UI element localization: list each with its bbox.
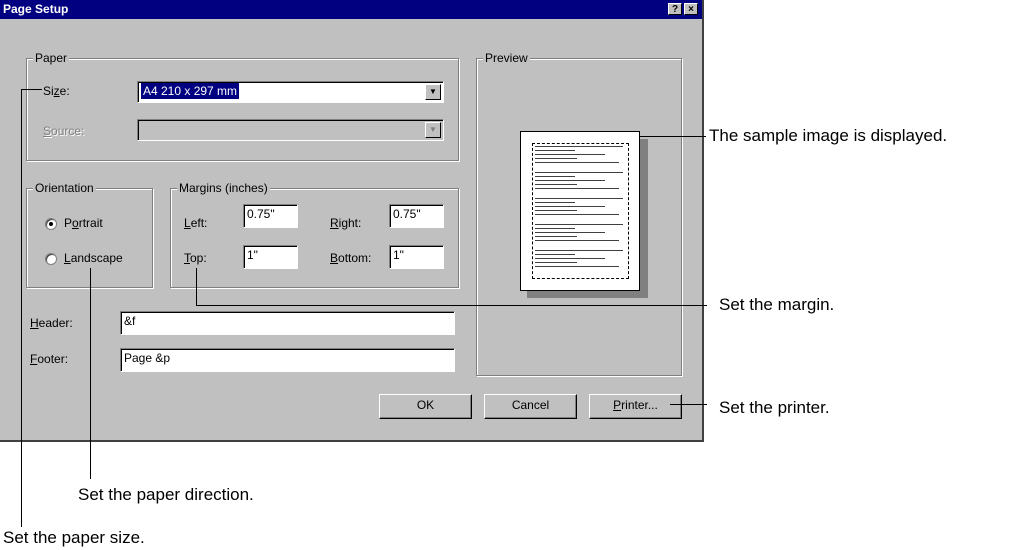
footer-label: Footer: [30, 352, 69, 366]
chevron-down-icon: ▼ [425, 122, 441, 138]
landscape-radio[interactable] [45, 253, 57, 265]
dialog-title: Page Setup [3, 2, 69, 16]
radio-selected-dot [49, 222, 53, 226]
preview-text-line [535, 198, 623, 199]
preview-text-line [535, 146, 623, 147]
preview-text-line [535, 162, 619, 163]
right-margin-input[interactable]: 0.75" [389, 204, 444, 228]
callout-paper-size: Set the paper size. [3, 528, 145, 547]
printer-button[interactable]: Printer... [589, 394, 682, 419]
preview-text-line [535, 228, 575, 229]
callout-line-margin-v [196, 268, 197, 306]
preview-text-line [535, 258, 605, 259]
preview-text-line [535, 150, 575, 151]
paper-group: Paper [26, 51, 459, 161]
preview-text-line [535, 232, 605, 233]
portrait-radio[interactable] [45, 218, 57, 230]
preview-text-line [535, 254, 575, 255]
preview-text-line [535, 250, 623, 251]
preview-text-line [535, 224, 623, 225]
callout-printer: Set the printer. [719, 398, 830, 417]
preview-text-line [535, 180, 605, 181]
bottom-margin-label: Bottom: [330, 251, 372, 265]
margins-legend: Margins (inches) [177, 181, 270, 195]
preview-page [520, 131, 640, 291]
preview-text-line [535, 266, 619, 267]
title-bar: Page Setup ? × [0, 0, 702, 19]
size-label: Size: [43, 84, 70, 98]
callout-line-sample [640, 136, 706, 137]
orientation-legend: Orientation [33, 181, 96, 195]
preview-text-line [535, 202, 575, 203]
preview-text-line [535, 184, 577, 185]
top-margin-label: Top: [184, 251, 207, 265]
header-label: Header: [30, 316, 73, 330]
preview-text-line [535, 262, 577, 263]
preview-text-line [535, 188, 619, 189]
callout-line-size-stub [21, 89, 31, 90]
preview-text-lines [535, 146, 627, 276]
callout-paper-direction: Set the paper direction. [78, 485, 254, 504]
preview-text-line [535, 176, 575, 177]
close-icon[interactable]: × [684, 3, 698, 15]
source-label: Source: [43, 124, 85, 138]
source-dropdown [137, 119, 444, 141]
callout-line-margin-h [196, 305, 707, 306]
preview-text-line [535, 236, 577, 237]
preview-legend: Preview [483, 51, 530, 65]
size-dropdown[interactable]: A4 210 x 297 mm [137, 81, 444, 103]
header-input[interactable]: &f [120, 311, 455, 335]
top-margin-input[interactable]: 1" [243, 245, 298, 269]
bottom-margin-input[interactable]: 1" [389, 245, 444, 269]
cancel-button[interactable]: Cancel [484, 394, 577, 419]
callout-line-size-v [21, 89, 22, 527]
preview-text-line [535, 206, 605, 207]
margins-group: Margins (inches) [170, 181, 459, 288]
preview-text-line [535, 210, 577, 211]
help-icon[interactable]: ? [668, 3, 682, 15]
right-margin-label: Right: [330, 216, 362, 230]
callout-line-size-h [30, 89, 42, 90]
callout-sample-image: The sample image is displayed. [709, 126, 948, 145]
preview-text-line [535, 158, 577, 159]
left-margin-input[interactable]: 0.75" [243, 204, 298, 228]
preview-text-line [535, 154, 605, 155]
size-value: A4 210 x 297 mm [141, 83, 240, 99]
paper-legend: Paper [33, 51, 70, 65]
preview-text-line [535, 214, 619, 215]
callout-margin: Set the margin. [719, 295, 835, 314]
preview-text-line [535, 240, 619, 241]
portrait-label[interactable]: Portrait [64, 216, 103, 230]
page-setup-dialog: Page Setup ? × Paper Size: A4 210 x 297 … [0, 0, 704, 442]
callout-line-printer [670, 404, 707, 405]
chevron-down-icon[interactable]: ▼ [425, 84, 441, 100]
left-margin-label: Left: [184, 216, 208, 230]
callout-line-direction [90, 268, 91, 479]
preview-text-line [535, 172, 623, 173]
footer-input[interactable]: Page &p [120, 348, 455, 372]
landscape-label[interactable]: Landscape [64, 251, 123, 265]
ok-button[interactable]: OK [379, 394, 472, 419]
